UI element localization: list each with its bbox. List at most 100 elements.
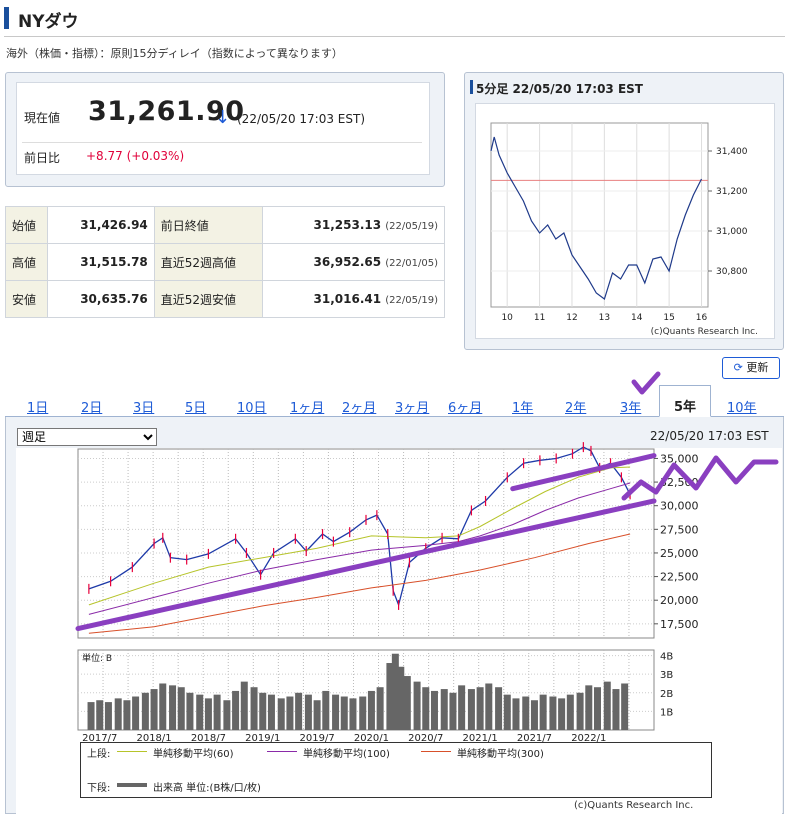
volume-bar: [430, 690, 438, 730]
tab-13[interactable]: 10年: [727, 397, 757, 416]
low-label: 安値: [5, 280, 48, 318]
volume-bar: [232, 690, 240, 730]
volume-bar: [397, 666, 405, 730]
volume-bar: [123, 700, 131, 730]
tab-5[interactable]: 1ヶ月: [290, 397, 324, 416]
low-value: 30,635.76: [47, 280, 155, 318]
volume-bar: [304, 694, 312, 730]
volume-bar: [539, 694, 547, 730]
down-arrow-icon: ↓: [215, 107, 231, 128]
tab-8[interactable]: 6ヶ月: [448, 397, 482, 416]
intraday-y-tick: 31,400: [716, 147, 748, 157]
volume-bar: [286, 696, 294, 730]
chart-legend: 上段: 単純移動平均(60) 単純移動平均(100) 単純移動平均(300) 下…: [80, 742, 712, 798]
volume-y-tick: 2B: [660, 689, 673, 700]
volume-bar: [585, 685, 593, 730]
price-y-tick: 35,000: [660, 452, 699, 465]
refresh-button[interactable]: ⟳ 更新: [722, 357, 780, 379]
volume-bar: [259, 692, 267, 730]
tab-4[interactable]: 10日: [237, 397, 267, 416]
intraday-x-tick: 11: [534, 313, 545, 323]
volume-bar: [495, 687, 503, 730]
volume-bar: [141, 692, 149, 730]
refresh-label: 更新: [746, 361, 769, 374]
volume-bar: [376, 687, 384, 730]
volume-bar: [349, 698, 357, 730]
tab-2[interactable]: 3日: [133, 397, 154, 416]
volume-bar: [621, 683, 629, 730]
legend-volume: 出来高 単位:(B株/口/枚): [153, 783, 261, 794]
intraday-x-tick: 12: [566, 313, 577, 323]
title-accent-bar: [4, 7, 9, 29]
refresh-icon: ⟳: [733, 361, 743, 374]
legend-upper-label: 上段:: [87, 749, 111, 760]
tab-3[interactable]: 5日: [185, 397, 206, 416]
price-y-tick: 25,000: [660, 547, 699, 560]
quote-divider: [22, 142, 422, 143]
low52-label: 直近52週安値: [153, 280, 263, 318]
volume-bar: [503, 694, 511, 730]
volume-bar: [403, 676, 411, 730]
tab-6[interactable]: 2ヶ月: [342, 397, 376, 416]
high52-value: 36,952.65: [313, 255, 382, 269]
volume-bar: [186, 692, 194, 730]
prev-close-date: (22/05/19): [385, 221, 438, 232]
checkmark-stroke: [631, 371, 661, 395]
table-row: 始値 31,426.94 前日終値 31,253.13 (22/05/19): [5, 206, 446, 244]
volume-bar: [413, 681, 421, 730]
ohlc-table: 始値 31,426.94 前日終値 31,253.13 (22/05/19) 高…: [5, 206, 446, 318]
volume-bar: [367, 690, 375, 730]
volume-bar: [340, 696, 348, 730]
volume-bar: [593, 687, 601, 730]
intraday-y-tick: 31,000: [716, 227, 748, 237]
low52-value: 31,016.41: [313, 292, 382, 306]
volume-bar: [549, 696, 557, 730]
quote-timestamp: (22/05/20 17:03 EST): [237, 112, 365, 126]
volume-bar: [313, 700, 321, 730]
intraday-y-tick: 31,200: [716, 187, 748, 197]
volume-y-tick: 1B: [660, 707, 673, 718]
tab-0[interactable]: 1日: [27, 397, 48, 416]
purple-checkmark-annotation: [631, 371, 661, 395]
low52-cell: 31,016.41 (22/05/19): [261, 280, 446, 318]
current-price-label: 現在値: [24, 111, 61, 125]
tab-7[interactable]: 3ヶ月: [395, 397, 429, 416]
volume-bar: [440, 689, 448, 730]
tab-9[interactable]: 1年: [512, 397, 533, 416]
change-value: +8.77 (+0.03%): [86, 149, 185, 163]
volume-bar: [114, 698, 122, 730]
intraday-x-tick: 10: [501, 313, 513, 323]
volume-bar: [96, 700, 104, 730]
volume-bar: [558, 698, 566, 730]
legend-volume-swatch: [117, 783, 147, 787]
volume-bar: [87, 702, 95, 730]
tab-10[interactable]: 2年: [565, 397, 586, 416]
volume-y-tick: 3B: [660, 670, 673, 681]
volume-bar: [213, 694, 221, 730]
volume-bar: [277, 698, 285, 730]
title-bar: [0, 0, 789, 40]
volume-bar: [169, 685, 177, 730]
volume-bar: [467, 689, 475, 730]
intraday-credit: (c)Quants Research Inc.: [651, 327, 758, 337]
volume-bar: [132, 696, 140, 730]
intraday-x-tick: 15: [663, 313, 674, 323]
volume-bar: [196, 694, 204, 730]
tab-1[interactable]: 2日: [81, 397, 102, 416]
volume-unit-label: 単位: B: [82, 652, 112, 664]
volume-y-tick: 4B: [660, 652, 673, 663]
table-row: 安値 30,635.76 直近52週安値 31,016.41 (22/05/19…: [5, 280, 446, 318]
price-y-tick: 22,500: [660, 571, 699, 584]
high52-cell: 36,952.65 (22/01/05): [261, 243, 446, 281]
delay-note: 海外（株価・指標）：原則15分ディレイ（指数によって異なります）: [6, 47, 343, 60]
volume-bar: [458, 685, 466, 730]
prev-close-label: 前日終値: [153, 206, 263, 244]
low52-date: (22/05/19): [385, 295, 438, 306]
open-label: 始値: [5, 206, 48, 244]
volume-bar: [566, 694, 574, 730]
volume-bar: [485, 683, 493, 730]
high-value: 31,515.78: [47, 243, 155, 281]
volume-bar: [512, 698, 520, 730]
intraday-x-tick: 16: [696, 313, 708, 323]
volume-bar: [522, 696, 530, 730]
